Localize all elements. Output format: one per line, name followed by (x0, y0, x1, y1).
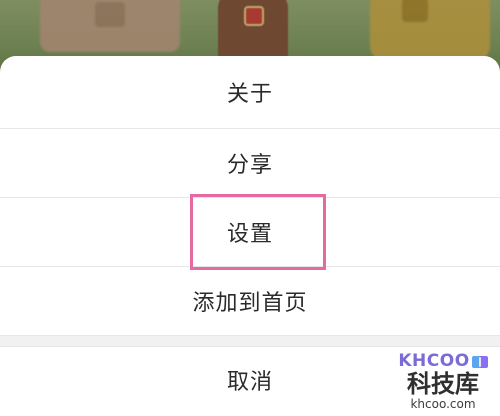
book-icon (471, 355, 488, 368)
menu-item-label: 设置 (226, 222, 273, 247)
watermark-logo: KHCOO (398, 351, 488, 371)
watermark-brand: 科技库 (407, 370, 479, 398)
menu-item-share[interactable]: 分享 (0, 128, 500, 197)
cancel-label: 取消 (226, 370, 273, 395)
menu-item-add-to-home[interactable]: 添加到首页 (0, 266, 500, 335)
watermark-domain: khcoo.com (410, 397, 476, 411)
menu-item-settings[interactable]: 设置 (0, 197, 500, 266)
menu-item-label: 关于 (226, 82, 273, 107)
menu-item-label: 分享 (226, 153, 273, 178)
watermark-logo-text: KHCOO (398, 351, 470, 371)
watermark: KHCOO 科技库 khcoo.com (398, 332, 488, 410)
menu-item-about[interactable]: 关于 (0, 56, 500, 128)
menu-item-label: 添加到首页 (192, 291, 308, 316)
